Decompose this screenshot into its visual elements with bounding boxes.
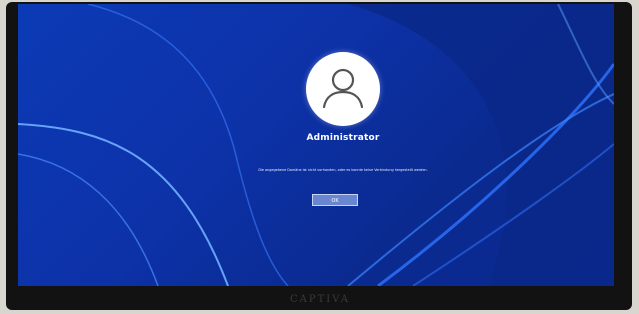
user-avatar: [306, 52, 380, 126]
user-tile: Administrator Die angegebene Domäne ist …: [18, 4, 614, 286]
error-message: Die angegebene Domäne ist nicht vorhande…: [258, 168, 428, 172]
username-label: Administrator: [306, 133, 380, 143]
lock-screen: Administrator Die angegebene Domäne ist …: [18, 4, 614, 286]
ok-button[interactable]: OK: [312, 194, 358, 206]
user-icon: [322, 68, 364, 109]
monitor-brand-logo: CAPTIVA: [290, 294, 350, 305]
